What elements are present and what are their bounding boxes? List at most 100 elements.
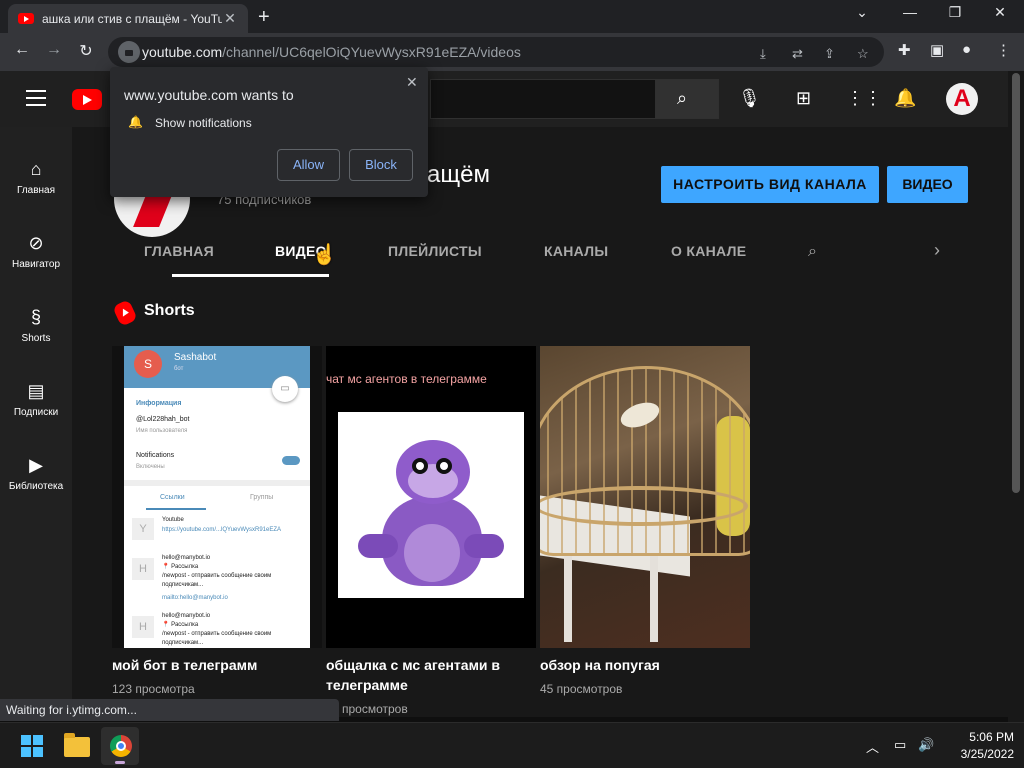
- status-bubble: Waiting for i.ytimg.com...: [0, 699, 339, 721]
- notifications-bell-icon[interactable]: 🔔: [894, 88, 916, 109]
- apps-grid-icon[interactable]: ⋮⋮: [846, 88, 882, 109]
- volume-icon[interactable]: 🔊: [918, 737, 934, 753]
- tab-channels[interactable]: КАНАЛЫ: [544, 243, 608, 259]
- channel-name: ащём: [427, 161, 490, 188]
- tab-home[interactable]: ГЛАВНАЯ: [144, 243, 214, 259]
- link-letter: Y: [132, 518, 154, 540]
- url-path: /channel/UC6qelOiQYuevWysxR91eEZA/videos: [222, 44, 521, 60]
- shelf-title: Shorts: [144, 302, 195, 319]
- file-explorer-icon[interactable]: [64, 733, 90, 757]
- link-title: hello@manybot.io: [162, 555, 211, 561]
- install-app-icon[interactable]: ⤓: [760, 46, 766, 62]
- manage-videos-button[interactable]: ВИДЕО: [887, 166, 968, 203]
- guide-item-home[interactable]: ⌂ Главная: [0, 137, 72, 211]
- allow-button[interactable]: Allow: [277, 149, 340, 181]
- guide-item-subscriptions[interactable]: ▤ Подписки: [0, 359, 72, 433]
- bot-subtitle: бот: [174, 366, 184, 372]
- channel-search-icon[interactable]: ⌕: [808, 243, 817, 261]
- url-host: youtube.com: [142, 44, 223, 60]
- link-title: Youtube: [162, 517, 184, 523]
- guide-item-library[interactable]: ▶ Библиотека: [0, 433, 72, 507]
- guide-item-label: Главная: [16, 185, 56, 196]
- browser-tab[interactable]: ашка или стив с плащём - YouTube ✕: [8, 4, 248, 33]
- new-tab-button[interactable]: +: [258, 6, 270, 29]
- video-title[interactable]: обзор на попугая: [540, 655, 750, 675]
- chevron-right-icon[interactable]: ›: [934, 240, 940, 261]
- youtube-favicon-icon: [18, 13, 34, 24]
- video-title[interactable]: мой бот в телеграмм: [112, 655, 322, 675]
- account-avatar[interactable]: А: [946, 83, 978, 115]
- link-url: https://youtube.com/...lQYuevWysxR91eEZA: [162, 527, 281, 533]
- prompt-close-icon[interactable]: ✕: [406, 74, 418, 91]
- guide-sidebar: ⌂ Главная ⊘ Навигатор § Shorts ▤ Подписк…: [0, 127, 72, 717]
- creature-arm: [358, 534, 398, 558]
- video-thumbnail[interactable]: чат мс агентов в телеграмме: [326, 346, 536, 648]
- page-scrollbar[interactable]: [1008, 71, 1024, 722]
- compass-icon: ⊘: [28, 233, 44, 253]
- video-thumbnail[interactable]: [540, 346, 750, 648]
- scrollbar-thumb[interactable]: [1012, 73, 1020, 493]
- tab-indicator: [146, 508, 206, 510]
- extensions-icon[interactable]: ✚: [898, 41, 911, 59]
- youtube-logo[interactable]: [72, 89, 102, 110]
- link-title: hello@manybot.io: [162, 613, 211, 619]
- window-close-button[interactable]: ✕: [980, 4, 1020, 21]
- back-arrow-icon[interactable]: ←: [10, 41, 34, 59]
- network-icon[interactable]: ▭: [894, 737, 906, 753]
- clock-date[interactable]: 3/25/2022: [944, 747, 1014, 761]
- forward-arrow-icon[interactable]: →: [42, 41, 66, 59]
- minimize-button[interactable]: —: [890, 4, 930, 20]
- view-count: 123 просмотра: [112, 682, 195, 696]
- active-app-indicator: [115, 761, 125, 764]
- link-line: 📍 Рассылка: [162, 564, 199, 570]
- side-panel-icon[interactable]: ▣: [930, 41, 944, 59]
- links-tab: Ссылки: [160, 494, 185, 501]
- bookmark-star-icon[interactable]: ☆: [857, 46, 869, 62]
- link-line: /newpost - отправить сообщение своим: [162, 573, 272, 579]
- prompt-title: www.youtube.com wants to: [124, 87, 294, 103]
- translate-icon[interactable]: ⇄: [792, 46, 803, 62]
- bot-avatar: S: [134, 350, 162, 378]
- lock-icon[interactable]: [118, 41, 140, 63]
- share-icon[interactable]: ⇪: [824, 46, 835, 62]
- guide-item-explore[interactable]: ⊘ Навигатор: [0, 211, 72, 285]
- bot-name: Sashabot: [174, 352, 217, 363]
- search-input[interactable]: [430, 79, 656, 119]
- shorts-logo-icon: [112, 299, 138, 327]
- search-button[interactable]: ⌕: [655, 79, 719, 119]
- bot-username: @Lol228hah_bot: [136, 416, 190, 423]
- address-bar[interactable]: youtube.com/channel/UC6qelOiQYuevWysxR91…: [108, 37, 884, 67]
- view-count: 45 просмотров: [540, 682, 623, 696]
- library-icon: ▶: [29, 455, 43, 475]
- tab-about[interactable]: О КАНАЛЕ: [671, 243, 746, 259]
- clock-time[interactable]: 5:06 PM: [944, 730, 1014, 744]
- customize-channel-button[interactable]: НАСТРОИТЬ ВИД КАНАЛА: [661, 166, 879, 203]
- reload-icon[interactable]: ↻: [74, 41, 98, 61]
- groups-tab: Группы: [250, 494, 274, 501]
- hamburger-menu-icon[interactable]: [26, 90, 46, 106]
- windows-start-icon[interactable]: [21, 735, 43, 757]
- chrome-menu-icon[interactable]: ⋮: [996, 41, 1011, 59]
- microphone-icon[interactable]: 🎙: [738, 88, 761, 109]
- restore-button[interactable]: ❐: [935, 4, 975, 21]
- link-line: 📍 Рассылка: [162, 622, 199, 628]
- chrome-taskbar-button[interactable]: [101, 727, 139, 765]
- bird-cage-image: [540, 366, 750, 556]
- tab-playlists[interactable]: ПЛЕЙЛИСТЫ: [388, 243, 482, 259]
- active-tab-indicator: [172, 274, 329, 277]
- create-video-icon[interactable]: ⊞: [796, 88, 811, 109]
- subscriptions-icon: ▤: [27, 381, 45, 401]
- guide-item-label: Подписки: [13, 407, 59, 418]
- creature-eye: [436, 458, 452, 474]
- guide-item-shorts[interactable]: § Shorts: [0, 285, 72, 359]
- chrome-icon: [110, 735, 132, 757]
- block-button[interactable]: Block: [349, 149, 413, 181]
- channel-content: Shorts S Sashabot бот ▭ Информация @Lol2…: [72, 278, 1008, 717]
- tab-close-icon[interactable]: ✕: [222, 10, 238, 27]
- tab-search-icon[interactable]: ⌄: [842, 4, 882, 21]
- profile-icon[interactable]: ●: [962, 41, 971, 58]
- link-url: mailto:hello@manybot.io: [162, 595, 228, 601]
- video-title[interactable]: общалка с мс агентами в телеграмме: [326, 655, 516, 695]
- chevron-up-icon[interactable]: ︿: [866, 737, 879, 756]
- video-thumbnail[interactable]: S Sashabot бот ▭ Информация @Lol228hah_b…: [112, 346, 322, 648]
